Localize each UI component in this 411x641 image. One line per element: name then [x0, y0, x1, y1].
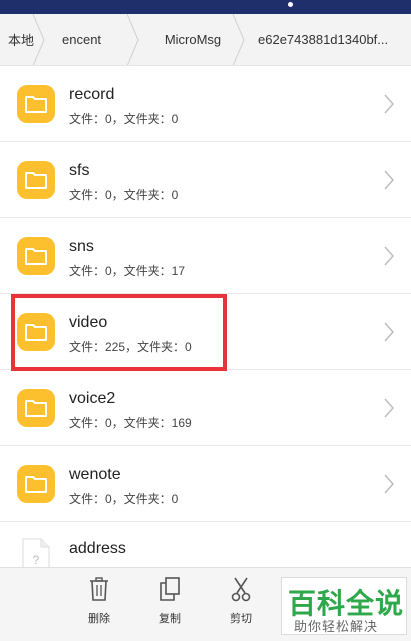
status-bar: [0, 0, 411, 14]
folder-icon: [17, 85, 55, 123]
delete-label: 删除: [88, 613, 110, 625]
scissors-icon: [231, 577, 251, 602]
breadcrumb-label: 本地: [8, 33, 35, 48]
breadcrumb-item-root[interactable]: 本地: [0, 14, 46, 65]
folder-meta: 文件：0，文件夹：0: [69, 492, 179, 506]
folder-icon: [17, 161, 55, 199]
unknown-file-icon: ?: [22, 538, 50, 567]
cut-label: 剪切: [230, 613, 252, 625]
file-row-address[interactable]: ? address: [0, 522, 411, 567]
folder-row-sns[interactable]: sns 文件：0，文件夹：17: [0, 218, 411, 294]
breadcrumb-label: e62e743881d1340bf...: [258, 32, 389, 47]
breadcrumb-separator-icon: [232, 14, 245, 65]
file-list: record 文件：0，文件夹：0 sfs 文件：0，文件夹：0 sns 文件：…: [0, 66, 411, 567]
breadcrumb-label: encent: [62, 32, 102, 47]
copy-button[interactable]: 复制: [145, 576, 195, 632]
notification-dot: [288, 2, 293, 7]
breadcrumb-label: MicroMsg: [164, 32, 222, 47]
chevron-right-icon: [384, 246, 395, 266]
folder-meta: 文件：0，文件夹：0: [69, 112, 179, 126]
breadcrumb-item-tencent[interactable]: encent: [46, 14, 140, 65]
chevron-right-icon: [384, 398, 395, 418]
folder-name: sns: [69, 238, 94, 255]
folder-name: wenote: [69, 466, 121, 483]
svg-text:?: ?: [33, 553, 40, 567]
breadcrumb-item-current[interactable]: e62e743881d1340bf...: [246, 14, 411, 65]
chevron-right-icon: [384, 170, 395, 190]
breadcrumb-separator-icon: [126, 14, 139, 65]
copy-icon: [160, 577, 180, 601]
trash-icon: [90, 577, 108, 601]
folder-name: voice2: [69, 390, 116, 407]
cut-button[interactable]: 剪切: [216, 576, 266, 632]
folder-name: record: [69, 86, 115, 103]
folder-icon: [17, 465, 55, 503]
folder-meta: 文件：0，文件夹：0: [69, 188, 179, 202]
folder-meta: 文件：225，文件夹：0: [69, 340, 192, 354]
breadcrumb-separator-icon: [32, 14, 45, 65]
copy-label: 复制: [159, 613, 181, 625]
delete-button[interactable]: 删除: [74, 576, 124, 632]
folder-icon: [17, 313, 55, 351]
folder-meta: 文件：0，文件夹：169: [69, 416, 192, 430]
breadcrumb: 本地 encent MicroMsg e62e743881d1340bf...: [0, 14, 411, 66]
folder-row-sfs[interactable]: sfs 文件：0，文件夹：0: [0, 142, 411, 218]
folder-row-video[interactable]: video 文件：225，文件夹：0: [0, 294, 411, 370]
chevron-right-icon: [384, 322, 395, 342]
folder-icon: [17, 237, 55, 275]
watermark-logo: 百科全说 助你轻松解决: [281, 577, 407, 635]
folder-row-wenote[interactable]: wenote 文件：0，文件夹：0: [0, 446, 411, 522]
folder-meta: 文件：0，文件夹：17: [69, 264, 186, 278]
chevron-right-icon: [384, 94, 395, 114]
chevron-right-icon: [384, 474, 395, 494]
folder-name: video: [69, 314, 108, 331]
watermark-subtitle: 助你轻松解决: [294, 619, 379, 634]
folder-row-record[interactable]: record 文件：0，文件夹：0: [0, 66, 411, 142]
folder-row-voice2[interactable]: voice2 文件：0，文件夹：169: [0, 370, 411, 446]
breadcrumb-item-micromsg[interactable]: MicroMsg: [140, 14, 246, 65]
folder-icon: [17, 389, 55, 427]
file-name: address: [69, 540, 126, 557]
folder-name: sfs: [69, 162, 90, 179]
